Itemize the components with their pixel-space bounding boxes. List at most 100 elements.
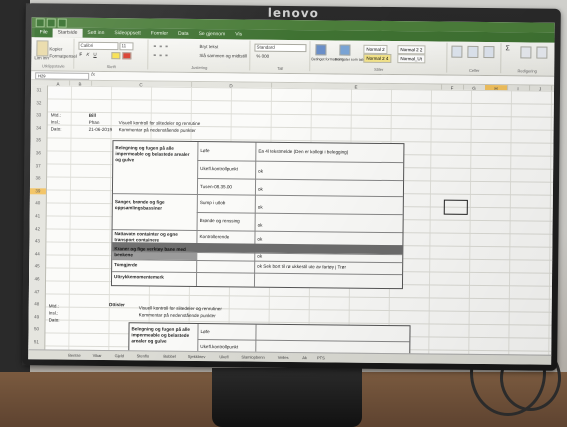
row-header-43[interactable]: 43 xyxy=(29,238,45,244)
selected-cell-h29[interactable] xyxy=(443,199,468,215)
sub-bronde: Brønde og renssing xyxy=(199,218,240,224)
row-header-51[interactable]: 51 xyxy=(28,339,44,345)
sheet-tab-6[interactable]: Ukefl xyxy=(219,353,228,360)
paste-icon[interactable] xyxy=(36,40,49,57)
tab-sett-inn[interactable]: Sett inn xyxy=(82,29,109,38)
row-header-48[interactable]: 48 xyxy=(29,301,45,307)
cells-group-label: Celler xyxy=(468,67,480,73)
align-icons[interactable]: ≡ ≡ ≡ xyxy=(153,44,168,50)
tab-vis[interactable]: Vis xyxy=(230,30,247,39)
note-3: ok xyxy=(257,186,263,192)
sheet-tab-8[interactable]: Veiles xyxy=(278,354,289,361)
paste-button[interactable]: Lim inn xyxy=(34,55,49,61)
lower-mmsi-label: Mtd.: xyxy=(48,303,59,309)
clipboard-group: Lim inn Kopier Formatpensel Utklippstavl… xyxy=(33,38,77,69)
sheet-tab-10[interactable]: PTS xyxy=(317,354,325,361)
style-normal-ut[interactable]: Normal_Ut xyxy=(397,54,425,64)
font-color-icon[interactable] xyxy=(122,52,132,60)
insert-cells-icon[interactable] xyxy=(451,45,463,58)
sheet-tab-2[interactable]: Gjeld xyxy=(115,352,124,359)
sort-filter-icon[interactable] xyxy=(520,46,532,59)
row-header-32[interactable]: 32 xyxy=(31,100,47,106)
sub-sump: Sump i utlob xyxy=(199,200,226,206)
note-4: ok xyxy=(257,204,263,210)
note-5: ok xyxy=(257,222,263,228)
date-value: 21-06-2019 xyxy=(88,126,113,133)
sheet-tab-7[interactable]: Slamlopbenn xyxy=(241,353,264,360)
name-box[interactable]: H29 xyxy=(35,72,90,80)
row-header-36[interactable]: 36 xyxy=(30,150,46,156)
merge-center-button[interactable]: Slå sammen og midtstill xyxy=(199,53,247,59)
tab-se-gjennom[interactable]: Se gjennom xyxy=(194,30,231,39)
row-header-45[interactable]: 45 xyxy=(29,264,45,270)
row-header-44[interactable]: 44 xyxy=(29,251,45,257)
lower-sub-2: Ukefl.kontrollpunkt xyxy=(200,344,239,350)
row-label-sanger: Sanger, brønde og fige oppsamlingsbassin… xyxy=(114,199,165,211)
row-header-46[interactable]: 46 xyxy=(29,276,45,282)
sheet-tab-0[interactable]: Bentse xyxy=(68,352,81,359)
lower-date-label: Dato: xyxy=(48,317,60,323)
row-header-39[interactable]: 39 xyxy=(29,188,46,195)
tab-formler[interactable]: Formler xyxy=(146,29,173,38)
row-header-37[interactable]: 37 xyxy=(30,163,46,169)
row-header-38[interactable]: 38 xyxy=(30,175,46,181)
row-header-35[interactable]: 35 xyxy=(30,138,46,144)
row-header-50[interactable]: 50 xyxy=(28,327,44,333)
underline-button[interactable]: U xyxy=(93,52,96,58)
find-select-icon[interactable] xyxy=(536,46,548,59)
number-format-select[interactable]: Standard xyxy=(254,43,307,53)
font-size-select[interactable]: 11 xyxy=(119,42,134,51)
note-2: ok xyxy=(258,168,264,174)
percent-button[interactable]: % 000 xyxy=(256,54,269,60)
sub-kontroll: Kontrollerende xyxy=(199,234,230,240)
styles-group: Betinget formatering Formater som tabell… xyxy=(311,41,448,73)
font-group-label: Skrift xyxy=(106,64,116,70)
sub-tusen: Tusen-08.35.00 xyxy=(199,184,233,190)
row-label-uttrykk: Uttrykkemomentemerk xyxy=(114,274,164,280)
cells-group: Celler xyxy=(448,42,502,74)
row-header-33[interactable]: 33 xyxy=(31,112,47,118)
font-name-select[interactable]: Calibri xyxy=(78,41,119,51)
lower-sub-1: Løfe xyxy=(200,329,210,335)
row-header-40[interactable]: 40 xyxy=(30,201,46,207)
fx-icon[interactable]: fx xyxy=(91,72,95,78)
align-icons-2[interactable]: ≡ ≡ ≡ xyxy=(153,53,168,59)
format-painter-button[interactable]: Formatpensel xyxy=(49,53,77,59)
sheet-tab-1[interactable]: Vikar xyxy=(93,352,102,359)
tab-file[interactable]: File xyxy=(34,28,53,38)
undo-icon[interactable] xyxy=(57,18,67,28)
row-header-47[interactable]: 47 xyxy=(29,289,45,295)
row-label-tomgjerde: Tomgjerde xyxy=(114,262,138,268)
wrap-text-button[interactable]: Bryt tekst xyxy=(199,44,218,50)
save-icon[interactable] xyxy=(46,17,56,28)
row-header-42[interactable]: 42 xyxy=(30,226,46,232)
row-header-34[interactable]: 34 xyxy=(31,125,47,131)
copy-button[interactable]: Kopier xyxy=(49,46,62,52)
font-group: Calibri 11 F K U Skrift xyxy=(75,38,149,70)
sub-ukefl: Ukefl.kontrollpunkt xyxy=(200,166,239,172)
fill-color-icon[interactable] xyxy=(111,52,121,60)
tab-data[interactable]: Data xyxy=(173,30,194,39)
tab-sideoppsett[interactable]: Sideoppsett xyxy=(109,29,146,38)
style-normal-2[interactable]: Normal 2 xyxy=(363,44,388,54)
sheet-tab-4[interactable]: Bobbel xyxy=(163,353,176,360)
bold-button[interactable]: F xyxy=(79,52,82,58)
italic-button[interactable]: K xyxy=(86,52,89,58)
sheet-tab-3[interactable]: Stenflo xyxy=(137,352,150,359)
monitor-stand xyxy=(212,368,362,427)
sheet-tab-9[interactable]: Ak xyxy=(302,354,307,361)
format-cells-icon[interactable] xyxy=(483,46,495,59)
row-header-41[interactable]: 41 xyxy=(30,213,46,219)
style-normal-2-4[interactable]: Normal 2 4 xyxy=(363,53,392,64)
autosum-icon[interactable]: Σ xyxy=(505,45,509,52)
style-normal-2-2[interactable]: Normal 2 2 xyxy=(397,45,426,55)
conditional-format-icon[interactable] xyxy=(315,44,327,56)
excel-window: File Startside Sett inn Sideoppsett Formler D… xyxy=(28,17,555,365)
tab-startside[interactable]: Startside xyxy=(52,28,83,38)
sheet-tab-5[interactable]: Sjekkbrev xyxy=(188,353,206,360)
editing-group-label: Redigering xyxy=(517,68,537,74)
delete-cells-icon[interactable] xyxy=(467,45,479,58)
row-header-49[interactable]: 49 xyxy=(29,314,45,320)
row-header-31[interactable]: 31 xyxy=(31,87,47,93)
format-table-icon[interactable] xyxy=(339,44,351,56)
